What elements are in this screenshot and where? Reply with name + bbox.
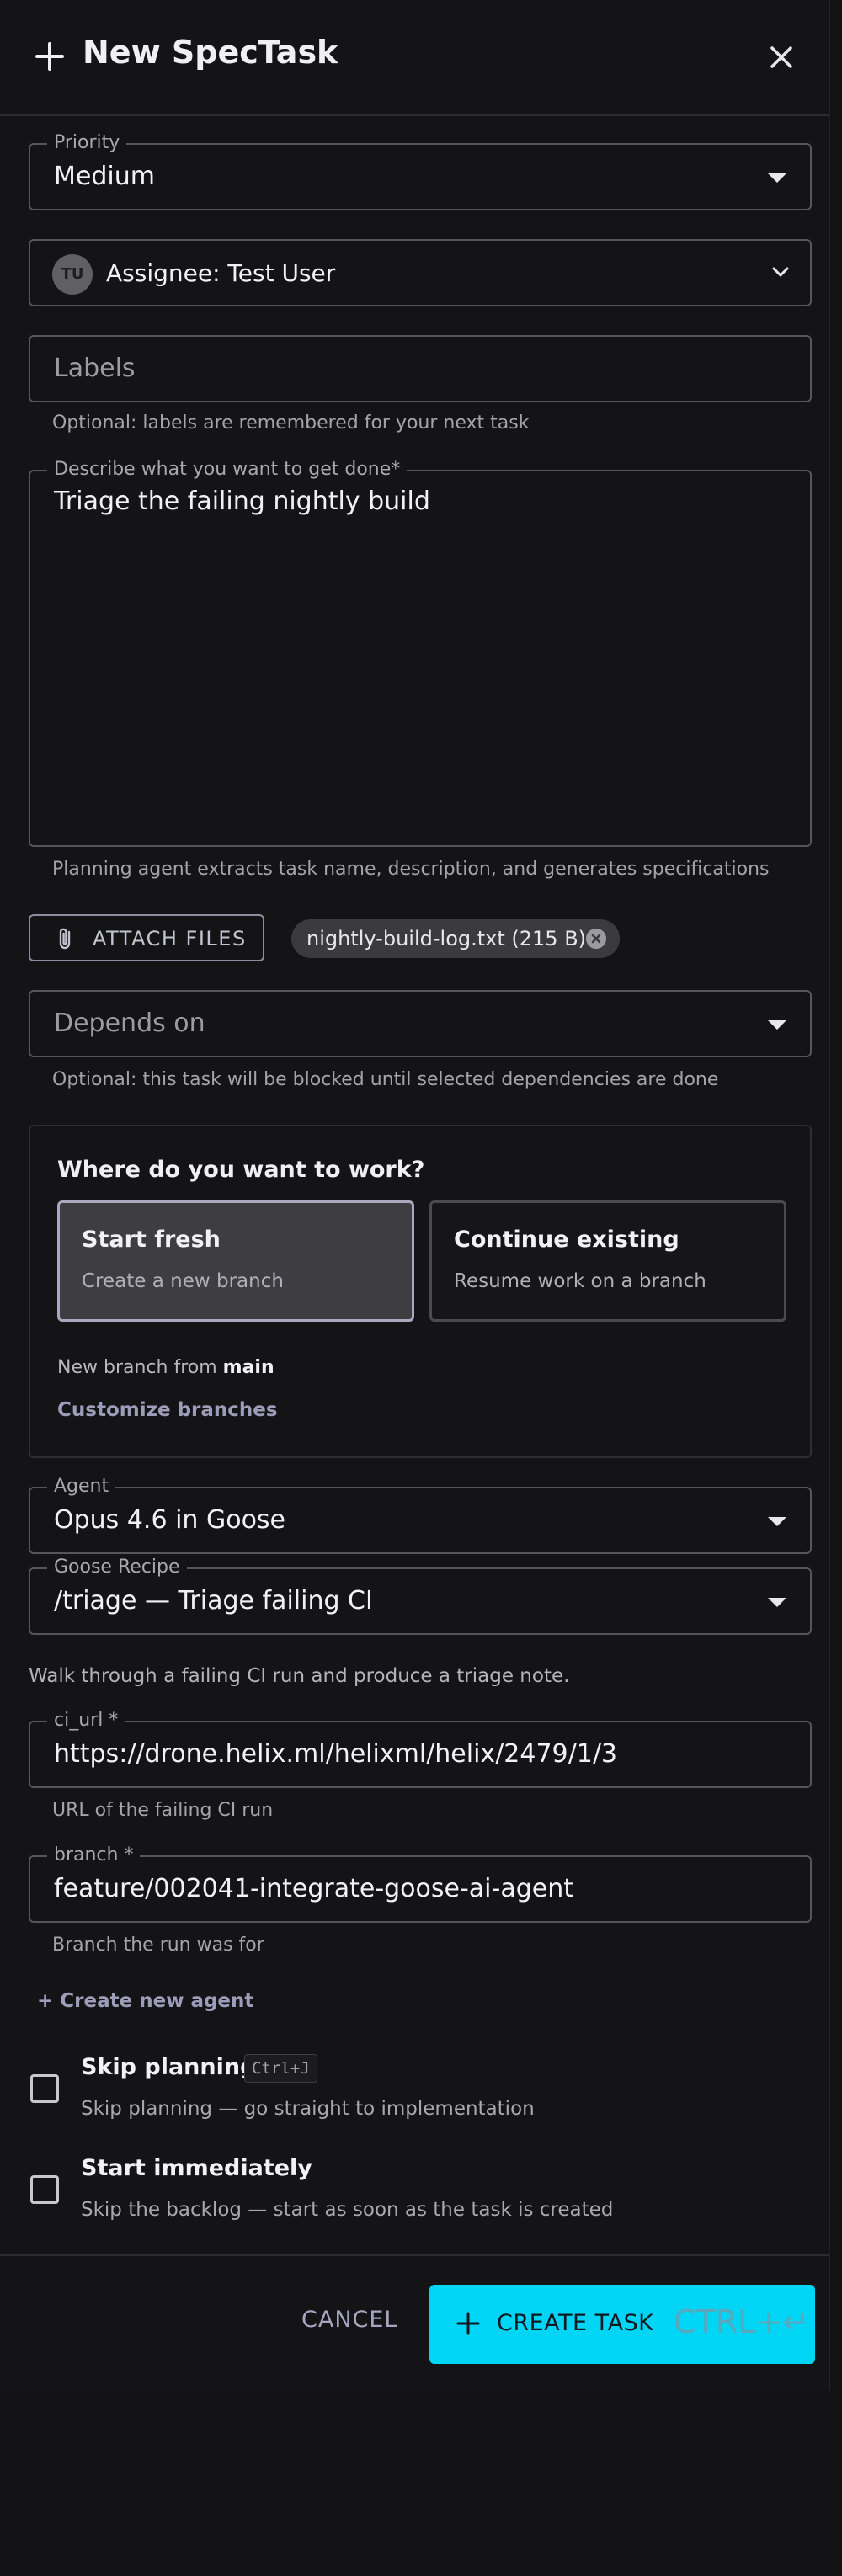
priority-label: Priority — [47, 132, 127, 154]
start-immediately-checkbox[interactable] — [30, 2175, 59, 2204]
caret-down-icon — [768, 1598, 786, 1607]
assignee-text: Assignee: Test User — [106, 259, 336, 287]
labels-input[interactable]: Labels — [29, 335, 812, 402]
attach-files-label: ATTACH FILES — [93, 927, 247, 950]
recipe-label: Goose Recipe — [47, 1557, 187, 1578]
card-subtitle: Create a new branch — [82, 1270, 284, 1292]
avatar: TU — [52, 254, 93, 295]
shortcut-badge: Ctrl+J — [244, 2054, 317, 2083]
branch-value: feature/002041-integrate-goose-ai-agent — [54, 1874, 574, 1903]
close-icon[interactable] — [765, 40, 798, 74]
ci-url-helper: URL of the failing CI run — [52, 1800, 274, 1821]
description-value: Triage the failing nightly build — [54, 487, 430, 516]
recipe-description: Walk through a failing CI run and produc… — [29, 1665, 570, 1687]
create-new-agent-link[interactable]: + Create new agent — [37, 1990, 253, 2012]
base-branch-text: New branch from main — [57, 1357, 274, 1378]
skip-planning-subtitle: Skip planning — go straight to implement… — [81, 2098, 535, 2120]
skip-planning-title: Skip planning — [81, 2054, 257, 2080]
description-label: Describe what you want to get done* — [47, 459, 408, 481]
agent-label: Agent — [47, 1476, 116, 1498]
create-task-shortcut: CTRL+↵ — [674, 2303, 809, 2340]
workspace-title: Where do you want to work? — [57, 1157, 425, 1183]
caret-down-icon — [768, 1517, 786, 1526]
card-title: Continue existing — [454, 1227, 679, 1253]
plus-icon — [35, 42, 64, 71]
caret-down-icon — [768, 173, 786, 183]
dialog-header: New SpecTask — [0, 0, 829, 116]
assignee-select[interactable]: TU Assignee: Test User — [29, 239, 812, 306]
card-title: Start fresh — [82, 1227, 221, 1253]
labels-placeholder: Labels — [54, 354, 136, 383]
file-chip: nightly-build-log.txt (215 B) — [291, 919, 620, 958]
customize-branches-link[interactable]: Customize branches — [57, 1399, 278, 1421]
agent-select[interactable]: Agent Opus 4.6 in Goose — [29, 1476, 812, 1554]
caret-down-icon — [768, 1020, 786, 1030]
branch-label: branch * — [47, 1844, 141, 1866]
depends-on-helper: Optional: this task will be blocked unti… — [52, 1069, 719, 1090]
branch-input[interactable]: branch * feature/002041-integrate-goose-… — [29, 1844, 812, 1923]
card-subtitle: Resume work on a branch — [454, 1270, 706, 1292]
priority-select[interactable]: Priority Medium — [29, 132, 812, 210]
start-fresh-card[interactable]: Start fresh Create a new branch — [57, 1200, 414, 1322]
remove-file-icon[interactable] — [586, 929, 606, 949]
ci-url-label: ci_url * — [47, 1710, 125, 1732]
dialog-title: New SpecTask — [83, 34, 338, 71]
new-spectask-dialog: New SpecTask Priority Medium TU Assignee… — [0, 0, 830, 2391]
description-helper: Planning agent extracts task name, descr… — [52, 859, 770, 880]
continue-existing-card[interactable]: Continue existing Resume work on a branc… — [429, 1200, 786, 1322]
file-chip-label: nightly-build-log.txt (215 B) — [306, 927, 587, 950]
create-task-label: CREATE TASK — [497, 2310, 654, 2336]
footer-divider — [0, 2254, 829, 2256]
recipe-value: /triage — Triage failing CI — [54, 1586, 373, 1615]
priority-value: Medium — [54, 162, 155, 191]
description-textarea[interactable]: Describe what you want to get done* Tria… — [29, 459, 812, 847]
start-immediately-title: Start immediately — [81, 2155, 312, 2181]
labels-helper: Optional: labels are remembered for your… — [52, 412, 530, 434]
recipe-select[interactable]: Goose Recipe /triage — Triage failing CI — [29, 1557, 812, 1635]
depends-on-placeholder: Depends on — [54, 1009, 205, 1038]
depends-on-select[interactable]: Depends on — [29, 990, 812, 1057]
cancel-button[interactable]: CANCEL — [301, 2307, 397, 2333]
attach-files-button[interactable]: ATTACH FILES — [29, 914, 264, 961]
skip-planning-checkbox[interactable] — [30, 2074, 59, 2103]
agent-value: Opus 4.6 in Goose — [54, 1505, 286, 1535]
create-task-button[interactable]: CREATE TASK CTRL+↵ — [429, 2285, 815, 2364]
ci-url-value: https://drone.helix.ml/helixml/helix/247… — [54, 1739, 618, 1769]
paperclip-icon — [59, 928, 71, 950]
start-immediately-subtitle: Skip the backlog — start as soon as the … — [81, 2199, 614, 2221]
branch-helper: Branch the run was for — [52, 1935, 264, 1956]
ci-url-input[interactable]: ci_url * https://drone.helix.ml/helixml/… — [29, 1710, 812, 1788]
plus-icon — [456, 2312, 480, 2335]
chevron-down-icon — [772, 267, 789, 277]
workspace-section: Where do you want to work? Start fresh C… — [29, 1125, 812, 1458]
